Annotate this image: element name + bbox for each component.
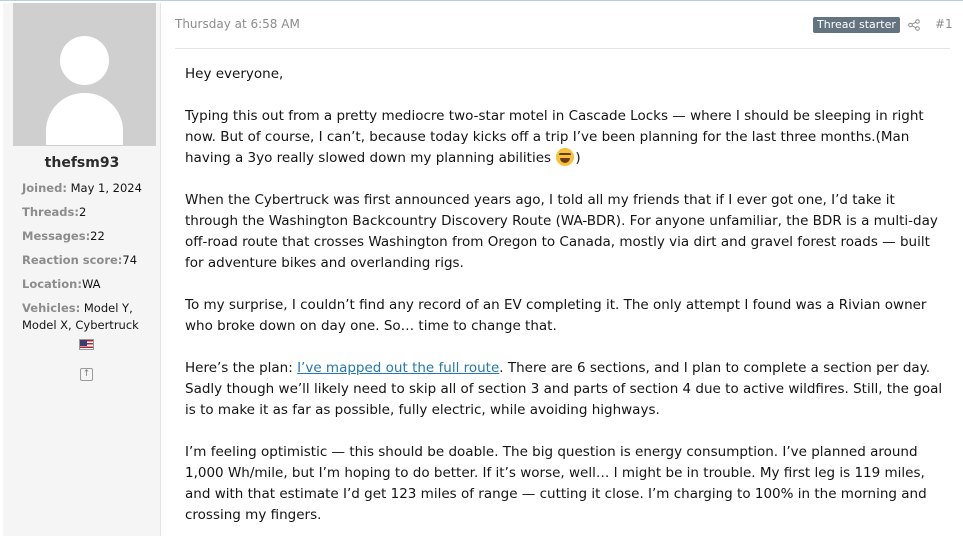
- laughing-emoji-icon: [556, 148, 575, 166]
- arrow-up-box-icon[interactable]: ↑: [80, 368, 93, 381]
- paragraph: Typing this out from a pretty mediocre t…: [185, 106, 950, 169]
- stat-value: 22: [90, 229, 105, 243]
- paragraph: To my surprise, I couldn’t find any reco…: [185, 297, 927, 334]
- user-sidebar: thefsm93 Joined: May 1, 2024 Threads:2 M…: [3, 3, 161, 536]
- paragraph-text: Here’s the plan:: [185, 360, 298, 376]
- avatar-head-shape: [60, 36, 109, 85]
- message-body: Hey everyone, Typing this out from a pre…: [185, 64, 950, 547]
- route-link[interactable]: I’ve mapped out the full route: [297, 360, 499, 376]
- header-divider: [175, 48, 950, 49]
- stat-joined: Joined: May 1, 2024: [22, 181, 142, 195]
- us-flag-icon: [79, 339, 94, 350]
- stat-key: Joined:: [22, 181, 67, 195]
- stat-location: Location:WA: [22, 277, 101, 291]
- share-icon[interactable]: [908, 19, 920, 31]
- avatar[interactable]: [13, 3, 156, 146]
- stat-value-cont: Model X, Cybertruck: [22, 318, 139, 332]
- username[interactable]: thefsm93: [3, 155, 161, 171]
- paragraph-text: Typing this out from a pretty mediocre t…: [185, 108, 924, 166]
- stat-messages: Messages:22: [22, 229, 105, 243]
- stat-value: May 1, 2024: [70, 181, 142, 195]
- thread-starter-badge: Thread starter: [813, 17, 900, 33]
- stat-value: WA: [81, 277, 101, 291]
- post-timestamp[interactable]: Thursday at 6:58 AM: [175, 17, 300, 31]
- stat-reaction-score: Reaction score:74: [22, 253, 137, 267]
- stat-value: 74: [122, 253, 138, 267]
- stat-key: Threads:: [22, 205, 79, 219]
- stat-key: Location:: [22, 277, 82, 291]
- post-number-link[interactable]: #1: [935, 17, 953, 31]
- stat-value: 2: [78, 205, 87, 219]
- stat-key: Reaction score:: [22, 253, 123, 267]
- paragraph: Hey everyone,: [185, 66, 284, 82]
- stat-key: Vehicles:: [22, 301, 81, 315]
- stat-threads: Threads:2: [22, 205, 86, 219]
- paragraph: When the Cybertruck was first announced …: [185, 192, 938, 271]
- stat-key: Messages:: [22, 229, 91, 243]
- paragraph: Here’s the plan: I’ve mapped out the ful…: [185, 358, 950, 421]
- stat-value: Model Y,: [83, 301, 133, 315]
- paragraph-text-end: ): [575, 150, 581, 166]
- stat-vehicles: Vehicles: Model Y, Model X, Cybertruck: [22, 300, 139, 334]
- paragraph: I’m feeling optimistic — this should be …: [185, 444, 927, 523]
- avatar-body-shape: [46, 93, 123, 145]
